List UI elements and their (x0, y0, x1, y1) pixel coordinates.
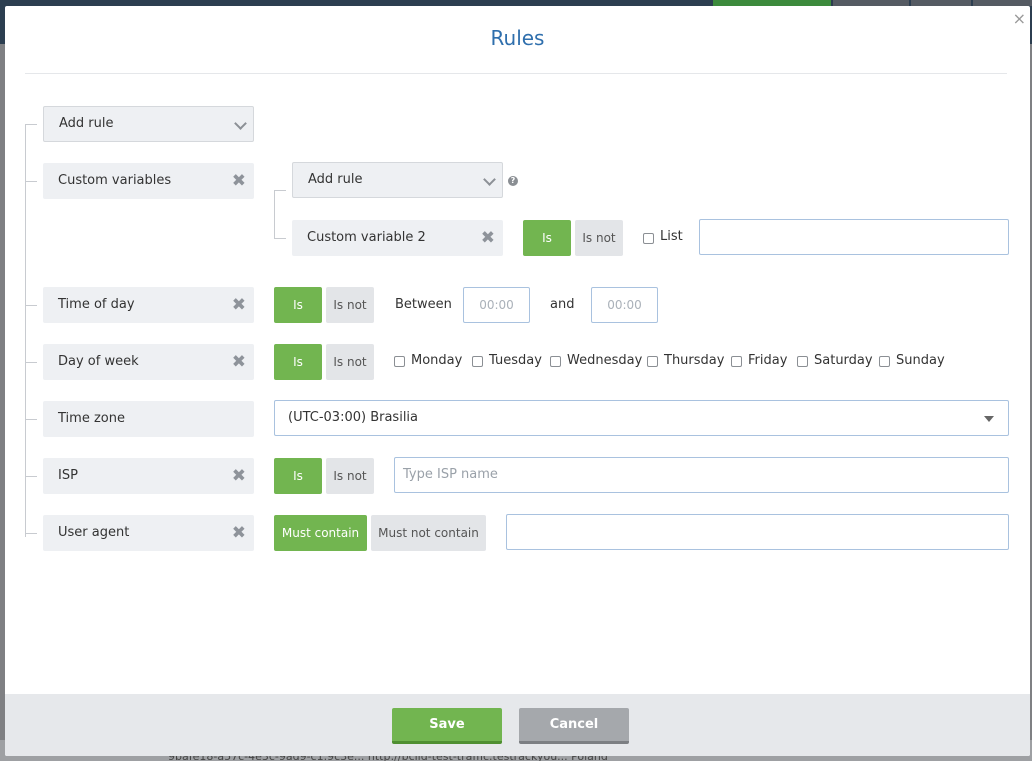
list-checkbox-label: List (660, 229, 683, 244)
tree-branch (25, 533, 37, 534)
isp-name-input[interactable]: Type ISP name (394, 457, 1009, 493)
custom-variables-add-rule-select[interactable]: Add rule (292, 162, 503, 198)
custom-variable-value-input[interactable] (699, 219, 1009, 255)
rule-time-zone: Time zone (43, 401, 254, 437)
time-zone-value: (UTC-03:00) Brasilia (288, 410, 419, 425)
tree-branch (25, 181, 37, 182)
rule-day-of-week: Day of week ✖ (43, 344, 254, 380)
chevron-down-icon (483, 173, 496, 186)
modal-title: Rules (490, 26, 545, 50)
time-zone-select[interactable]: (UTC-03:00) Brasilia (274, 400, 1009, 436)
rule-label: Custom variable 2 (307, 230, 426, 245)
thursday-checkbox[interactable] (647, 356, 658, 367)
title-divider (25, 73, 1007, 74)
rule-custom-variable-2: Custom variable 2 ✖ (292, 220, 503, 256)
time-from-input[interactable]: 00:00 (463, 287, 530, 323)
between-label: Between (395, 297, 452, 312)
rule-label: Time zone (58, 411, 125, 426)
remove-rule-icon[interactable]: ✖ (232, 163, 246, 199)
list-checkbox[interactable] (643, 233, 654, 244)
rule-label: Day of week (58, 354, 139, 369)
sunday-checkbox[interactable] (879, 356, 890, 367)
is-button[interactable]: Is (274, 458, 322, 494)
is-button[interactable]: Is (523, 220, 571, 256)
remove-rule-icon[interactable]: ✖ (232, 344, 246, 380)
sub-tree-branch (274, 190, 286, 191)
tree-branch (25, 419, 37, 420)
thursday-label: Thursday (664, 353, 725, 368)
remove-rule-icon[interactable]: ✖ (481, 220, 495, 256)
must-contain-button[interactable]: Must contain (274, 515, 367, 551)
tree-branch (25, 476, 37, 477)
chevron-down-icon (234, 117, 247, 130)
add-rule-label: Add rule (59, 116, 114, 131)
is-not-button[interactable]: Is not (326, 458, 374, 494)
add-rule-select[interactable]: Add rule (43, 106, 254, 142)
time-to-input[interactable]: 00:00 (591, 287, 658, 323)
save-button[interactable]: Save (392, 708, 502, 744)
remove-rule-icon[interactable]: ✖ (232, 287, 246, 323)
sunday-label: Sunday (896, 353, 945, 368)
rule-user-agent: User agent ✖ (43, 515, 254, 551)
monday-label: Monday (411, 353, 463, 368)
is-button[interactable]: Is (274, 344, 322, 380)
tuesday-label: Tuesday (489, 353, 542, 368)
sub-tree-line (274, 190, 275, 239)
remove-rule-icon[interactable]: ✖ (232, 515, 246, 551)
is-not-button[interactable]: Is not (575, 220, 623, 256)
rule-custom-variables: Custom variables ✖ (43, 163, 254, 199)
wednesday-label: Wednesday (567, 353, 643, 368)
rule-label: Time of day (58, 297, 135, 312)
caret-down-icon (984, 416, 994, 422)
friday-label: Friday (748, 353, 788, 368)
must-not-contain-button[interactable]: Must not contain (371, 515, 486, 551)
help-icon[interactable]: ? (508, 176, 518, 186)
saturday-label: Saturday (814, 353, 873, 368)
user-agent-input[interactable] (506, 514, 1009, 550)
is-button[interactable]: Is (274, 287, 322, 323)
remove-rule-icon[interactable]: ✖ (232, 458, 246, 494)
cancel-button[interactable]: Cancel (519, 708, 629, 744)
rule-label: Custom variables (58, 173, 172, 188)
saturday-checkbox[interactable] (797, 356, 808, 367)
tree-branch (25, 305, 37, 306)
monday-checkbox[interactable] (394, 356, 405, 367)
sub-tree-branch (274, 238, 286, 239)
rule-label: ISP (58, 468, 78, 483)
close-icon[interactable]: × (1013, 11, 1026, 27)
friday-checkbox[interactable] (731, 356, 742, 367)
rule-isp: ISP ✖ (43, 458, 254, 494)
rule-label: User agent (58, 525, 130, 540)
tuesday-checkbox[interactable] (472, 356, 483, 367)
is-not-button[interactable]: Is not (326, 344, 374, 380)
tree-branch (25, 362, 37, 363)
rules-modal: Rules × Add rule Custom variables ✖ Add … (5, 6, 1030, 756)
wednesday-checkbox[interactable] (550, 356, 561, 367)
rule-time-of-day: Time of day ✖ (43, 287, 254, 323)
and-label: and (550, 297, 575, 312)
modal-footer: Save Cancel (5, 694, 1030, 756)
add-rule-label: Add rule (308, 172, 363, 187)
tree-branch (25, 124, 37, 125)
is-not-button[interactable]: Is not (326, 287, 374, 323)
